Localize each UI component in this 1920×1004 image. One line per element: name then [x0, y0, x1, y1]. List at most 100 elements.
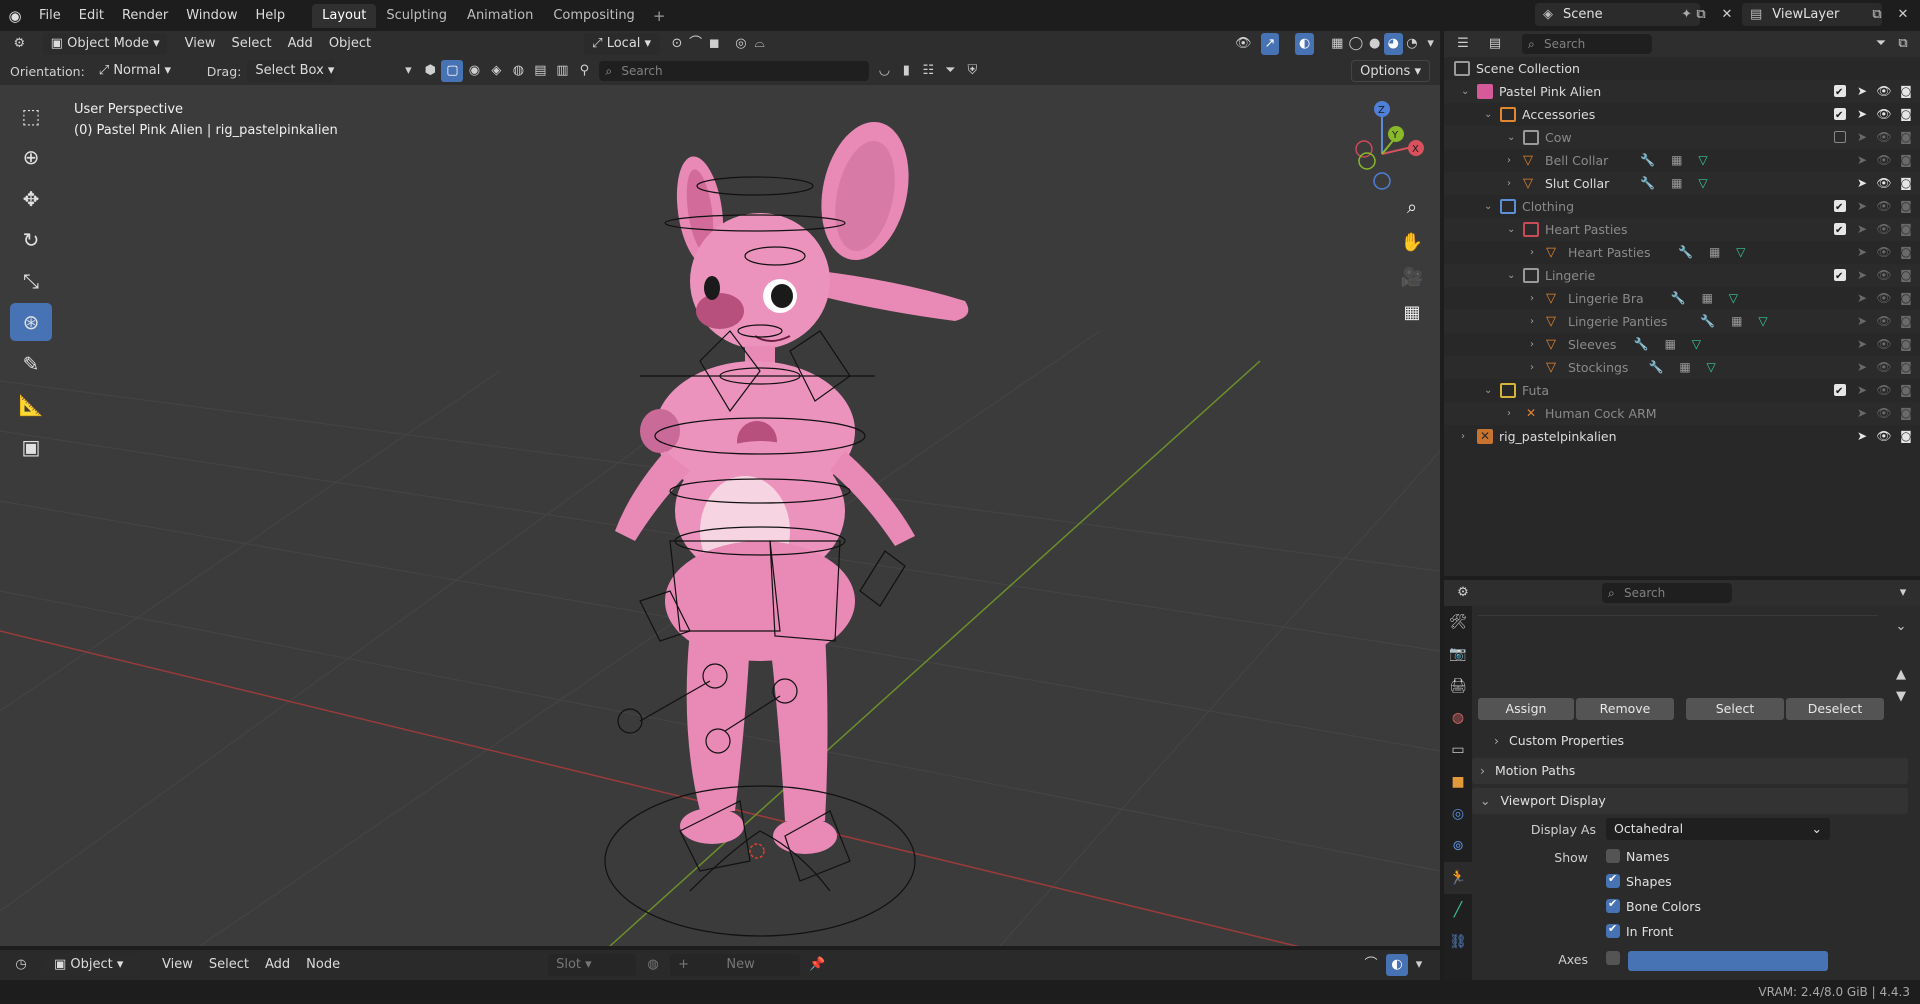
exclude-checkbox[interactable]	[1830, 379, 1850, 403]
chevron-right-icon[interactable]: ›	[1530, 356, 1534, 379]
chevron-down-icon[interactable]: ⌄	[1484, 103, 1492, 126]
deselect-button[interactable]: Deselect	[1786, 698, 1884, 720]
material-icon[interactable]: ◍	[642, 954, 664, 976]
outliner-row[interactable]: ⌄ Accessories ➤👁◙	[1444, 103, 1920, 127]
render-camera-icon[interactable]: ◙	[1896, 264, 1916, 287]
selectable-icon[interactable]: ➤	[1852, 218, 1872, 241]
curve-icon[interactable]: ◡	[873, 60, 895, 82]
shapes-checkbox-box[interactable]	[1606, 872, 1620, 888]
drag-selector[interactable]: Select Box ▾	[247, 60, 336, 82]
blender-logo-icon[interactable]: ◉	[0, 7, 30, 25]
outliner-row[interactable]: › ▽ Bell Collar 🔧 ▦ ▽ ➤ 👁 ◙	[1444, 149, 1920, 172]
move-up-icon[interactable]: ▲	[1890, 664, 1912, 686]
chevron-right-icon[interactable]: ›	[1530, 333, 1534, 356]
transform-space-selector[interactable]: ⤢ Local ▾	[584, 33, 660, 55]
menu-edit[interactable]: Edit	[70, 4, 113, 28]
render-camera-icon[interactable]: ◙	[1896, 402, 1916, 425]
outliner-row[interactable]: › ▽ Stockings 🔧 ▦ ▽ ➤ 👁 ◙	[1444, 356, 1920, 379]
eye-icon[interactable]: 👁	[1874, 379, 1894, 402]
exclude-checkbox[interactable]	[1830, 103, 1850, 127]
select-box-tool[interactable]: ⬚	[10, 97, 52, 135]
camera-view-icon[interactable]: 🎥	[1396, 261, 1428, 293]
filter-icon[interactable]: ⏷	[939, 60, 961, 82]
menu-add-bottom[interactable]: Add	[257, 954, 298, 976]
scale-tool[interactable]: ⤡	[10, 262, 52, 300]
world-tab-icon[interactable]: ◍	[1444, 702, 1472, 734]
modifier-icons[interactable]: 🔧 ▦ ▽	[1640, 172, 1713, 195]
eye-icon[interactable]: 👁	[1874, 425, 1894, 448]
render-camera-icon[interactable]: ◙	[1896, 333, 1916, 356]
eye-icon[interactable]: 👁	[1874, 149, 1894, 172]
editor-type-icon-bottom[interactable]: ◷	[10, 954, 32, 976]
slot-selector[interactable]: Slot ▾	[548, 954, 637, 976]
tab-animation[interactable]: Animation	[457, 4, 543, 28]
selectable-icon[interactable]: ➤	[1852, 172, 1872, 195]
select-button[interactable]: Select	[1686, 698, 1784, 720]
delete-scene-icon[interactable]: ✕	[1716, 4, 1738, 26]
output-tab-icon[interactable]: 🖨	[1444, 670, 1472, 702]
outliner-row[interactable]: ⌄ Pastel Pink Alien ➤👁◙	[1444, 80, 1920, 104]
in-front-checkbox-box[interactable]	[1606, 922, 1620, 938]
bone-colors-checkbox[interactable]: Bone Colors	[1606, 897, 1701, 914]
new-material-button[interactable]: + New	[670, 954, 801, 976]
pivot-icon[interactable]: ⊙	[668, 33, 687, 55]
options-button[interactable]: Options ▾	[1351, 60, 1430, 82]
outliner-row[interactable]: ⌄ Heart Pasties ➤👁◙	[1444, 218, 1920, 242]
filter-light-icon[interactable]: ◍	[507, 60, 529, 82]
outliner-search-input[interactable]: Search	[1522, 34, 1652, 54]
rotate-tool[interactable]: ↻	[10, 221, 52, 259]
chevron-down-icon[interactable]: ▾	[397, 60, 419, 82]
add-workspace-icon[interactable]: +	[645, 7, 674, 25]
render-camera-icon[interactable]: ◙	[1896, 287, 1916, 310]
render-camera-icon[interactable]: ◙	[1896, 80, 1916, 103]
menu-select[interactable]: Select	[224, 33, 280, 55]
chevron-right-icon[interactable]: ›	[1530, 310, 1534, 333]
filter-mesh-icon[interactable]: ◉	[463, 60, 485, 82]
render-camera-icon[interactable]: ◙	[1896, 195, 1916, 218]
collection-tab-icon[interactable]: ▭	[1444, 734, 1472, 766]
selectable-icon[interactable]: ➤	[1852, 333, 1872, 356]
custom-properties-panel[interactable]: › Custom Properties	[1478, 728, 1908, 754]
in-front-checkbox[interactable]: In Front	[1606, 922, 1673, 939]
menu-node-bottom[interactable]: Node	[298, 954, 348, 976]
view-layer-selector[interactable]: ▤ ViewLayer	[1742, 3, 1882, 26]
selectable-icon[interactable]: ➤	[1852, 264, 1872, 287]
selectable-icon[interactable]: ➤	[1852, 80, 1872, 103]
render-camera-icon[interactable]: ◙	[1896, 356, 1916, 379]
selectable-icon[interactable]: ➤	[1852, 149, 1872, 172]
outliner-row[interactable]: ⌄ Lingerie ➤👁◙	[1444, 264, 1920, 288]
remove-button[interactable]: Remove	[1576, 698, 1674, 720]
chevron-down-icon[interactable]: ⌄	[1507, 126, 1515, 149]
properties-options-icon[interactable]: ▾	[1892, 582, 1914, 604]
selectable-icon[interactable]: ➤	[1852, 425, 1872, 448]
3d-cursor-icon[interactable]	[749, 843, 765, 859]
object-tab-icon[interactable]: ■	[1444, 766, 1472, 798]
axes-position-slider[interactable]	[1628, 951, 1828, 971]
tab-compositing[interactable]: Compositing	[543, 4, 645, 28]
add-cube-tool[interactable]: ▣	[10, 428, 52, 466]
snap-icon-bottom[interactable]: ⌒	[1360, 954, 1382, 976]
falloff-icon[interactable]: ⌓	[750, 33, 769, 55]
scene-selector[interactable]: ◈ Scene ✦	[1535, 3, 1700, 26]
eye-icon[interactable]: 👁	[1874, 218, 1894, 241]
editor-type-icon-properties[interactable]: ⚙	[1452, 582, 1474, 604]
outliner-row[interactable]: ⌄ Clothing ➤👁◙	[1444, 195, 1920, 219]
selectable-icon[interactable]: ➤	[1852, 103, 1872, 126]
menu-window[interactable]: Window	[177, 4, 246, 28]
editor-type-icon-outliner[interactable]: ☰	[1452, 33, 1474, 55]
display-mode-icon[interactable]: ▤	[1484, 33, 1506, 55]
chevron-down-icon[interactable]: ⌄	[1507, 264, 1515, 287]
armature-data-tab-icon[interactable]: 🏃	[1444, 862, 1472, 894]
overlay-toggle-icon[interactable]: ◐	[1295, 33, 1314, 55]
motion-paths-panel[interactable]: › Motion Paths	[1472, 758, 1908, 784]
eye-icon[interactable]: 👁	[1874, 195, 1894, 218]
bookmark-icon[interactable]: ▮	[895, 60, 917, 82]
eye-icon[interactable]: 👁	[1874, 241, 1894, 264]
snap-target-icon[interactable]: ◼	[705, 33, 724, 55]
outliner-row[interactable]: › ▽ Lingerie Bra 🔧 ▦ ▽ ➤ 👁 ◙	[1444, 287, 1920, 310]
gizmo-toggle-icon[interactable]: ↗	[1260, 33, 1280, 55]
viewport-display-panel[interactable]: ⌄ Viewport Display	[1472, 788, 1908, 814]
navigation-gizmo[interactable]: Z X Y	[1355, 101, 1424, 190]
tab-layout[interactable]: Layout	[312, 3, 377, 28]
tab-sculpting[interactable]: Sculpting	[376, 4, 457, 28]
